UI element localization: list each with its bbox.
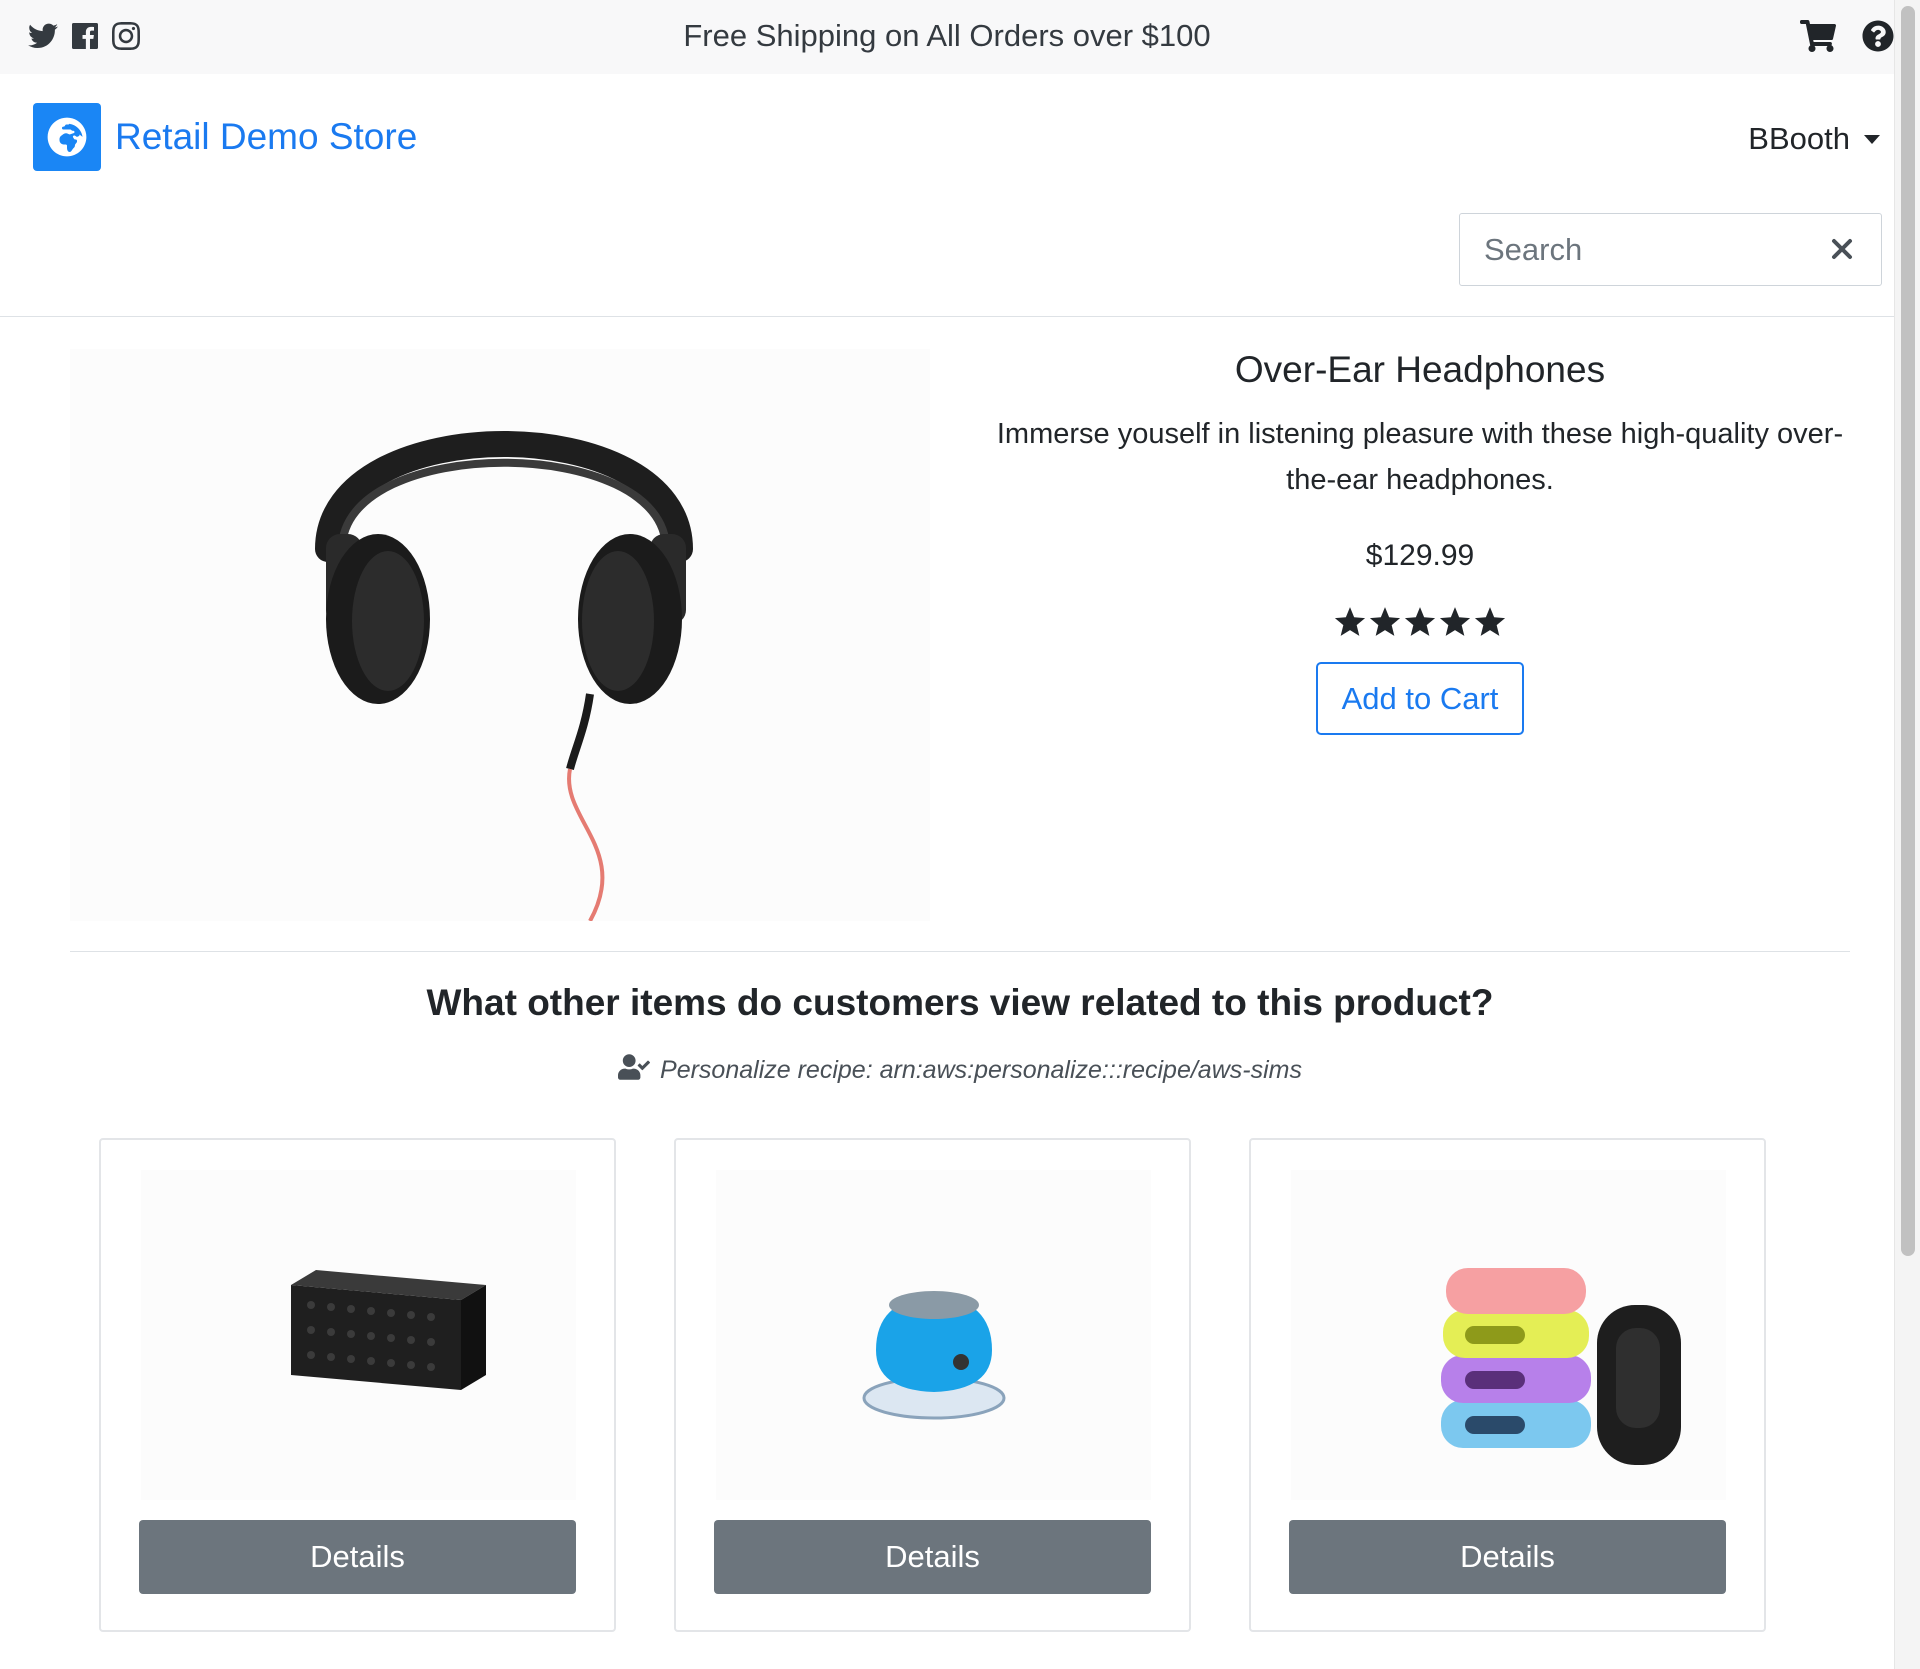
- product-card[interactable]: Details: [1249, 1138, 1766, 1632]
- product-price: $129.99: [1365, 539, 1475, 572]
- speaker-image: [291, 1270, 486, 1390]
- product-card[interactable]: Details: [99, 1138, 616, 1632]
- details-button[interactable]: Details: [714, 1520, 1151, 1594]
- chevron-down-icon: [1864, 134, 1880, 144]
- globe-icon: [33, 103, 101, 171]
- shower-speaker-image: [862, 1291, 1006, 1420]
- recipe-line: Personalize recipe: arn:aws:personalize:…: [0, 1054, 1920, 1087]
- product-thumbnail: [141, 1170, 576, 1500]
- product-description: Immerse youself in listening pleasure wi…: [996, 418, 1844, 496]
- rating-stars: [990, 607, 1850, 638]
- promo-text-container: Free Shipping on All Orders over $100: [0, 18, 1894, 54]
- cart-icon[interactable]: [1800, 20, 1836, 52]
- promo-text: Free Shipping on All Orders over $100: [683, 18, 1211, 53]
- product-thumbnail: [716, 1170, 1151, 1500]
- star-icon: [1439, 607, 1471, 638]
- product-thumbnail: [1291, 1170, 1726, 1500]
- scrollbar-thumb[interactable]: [1901, 6, 1915, 1256]
- star-icon: [1369, 607, 1401, 638]
- related-products: Details Details Details: [99, 1138, 1766, 1632]
- close-icon[interactable]: [1829, 236, 1855, 262]
- fitness-band-image: [1441, 1268, 1681, 1465]
- search-box: [1459, 213, 1882, 286]
- promo-bar: Free Shipping on All Orders over $100: [0, 0, 1894, 74]
- product-info: Over-Ear Headphones Immerse youself in l…: [990, 345, 1850, 735]
- product-image: [70, 349, 930, 922]
- details-button[interactable]: Details: [139, 1520, 576, 1594]
- section-divider: [70, 951, 1850, 952]
- star-icon: [1474, 607, 1506, 638]
- user-dropdown[interactable]: BBooth: [1748, 121, 1880, 157]
- help-icon[interactable]: [1862, 20, 1894, 52]
- product-name: Over-Ear Headphones: [1234, 349, 1606, 390]
- user-check-icon: [618, 1054, 651, 1087]
- product-card[interactable]: Details: [674, 1138, 1191, 1632]
- related-section-title: What other items do customers view relat…: [426, 982, 1494, 1023]
- user-name: BBooth: [1748, 121, 1850, 156]
- headphones-image: [315, 431, 693, 922]
- search-input[interactable]: [1460, 214, 1820, 285]
- brand-link[interactable]: Retail Demo Store: [33, 103, 417, 171]
- page: Free Shipping on All Orders over $100 Re…: [0, 0, 1920, 1669]
- site-header: Retail Demo Store BBooth: [0, 74, 1894, 317]
- star-icon: [1404, 607, 1436, 638]
- recipe-text: Personalize recipe: arn:aws:personalize:…: [660, 1056, 1302, 1084]
- star-icon: [1334, 607, 1366, 638]
- add-to-cart-button[interactable]: Add to Cart: [1316, 662, 1524, 735]
- scrollbar[interactable]: [1894, 0, 1920, 1669]
- details-button[interactable]: Details: [1289, 1520, 1726, 1594]
- top-right-icons: [1800, 18, 1894, 54]
- brand-name: Retail Demo Store: [115, 116, 418, 157]
